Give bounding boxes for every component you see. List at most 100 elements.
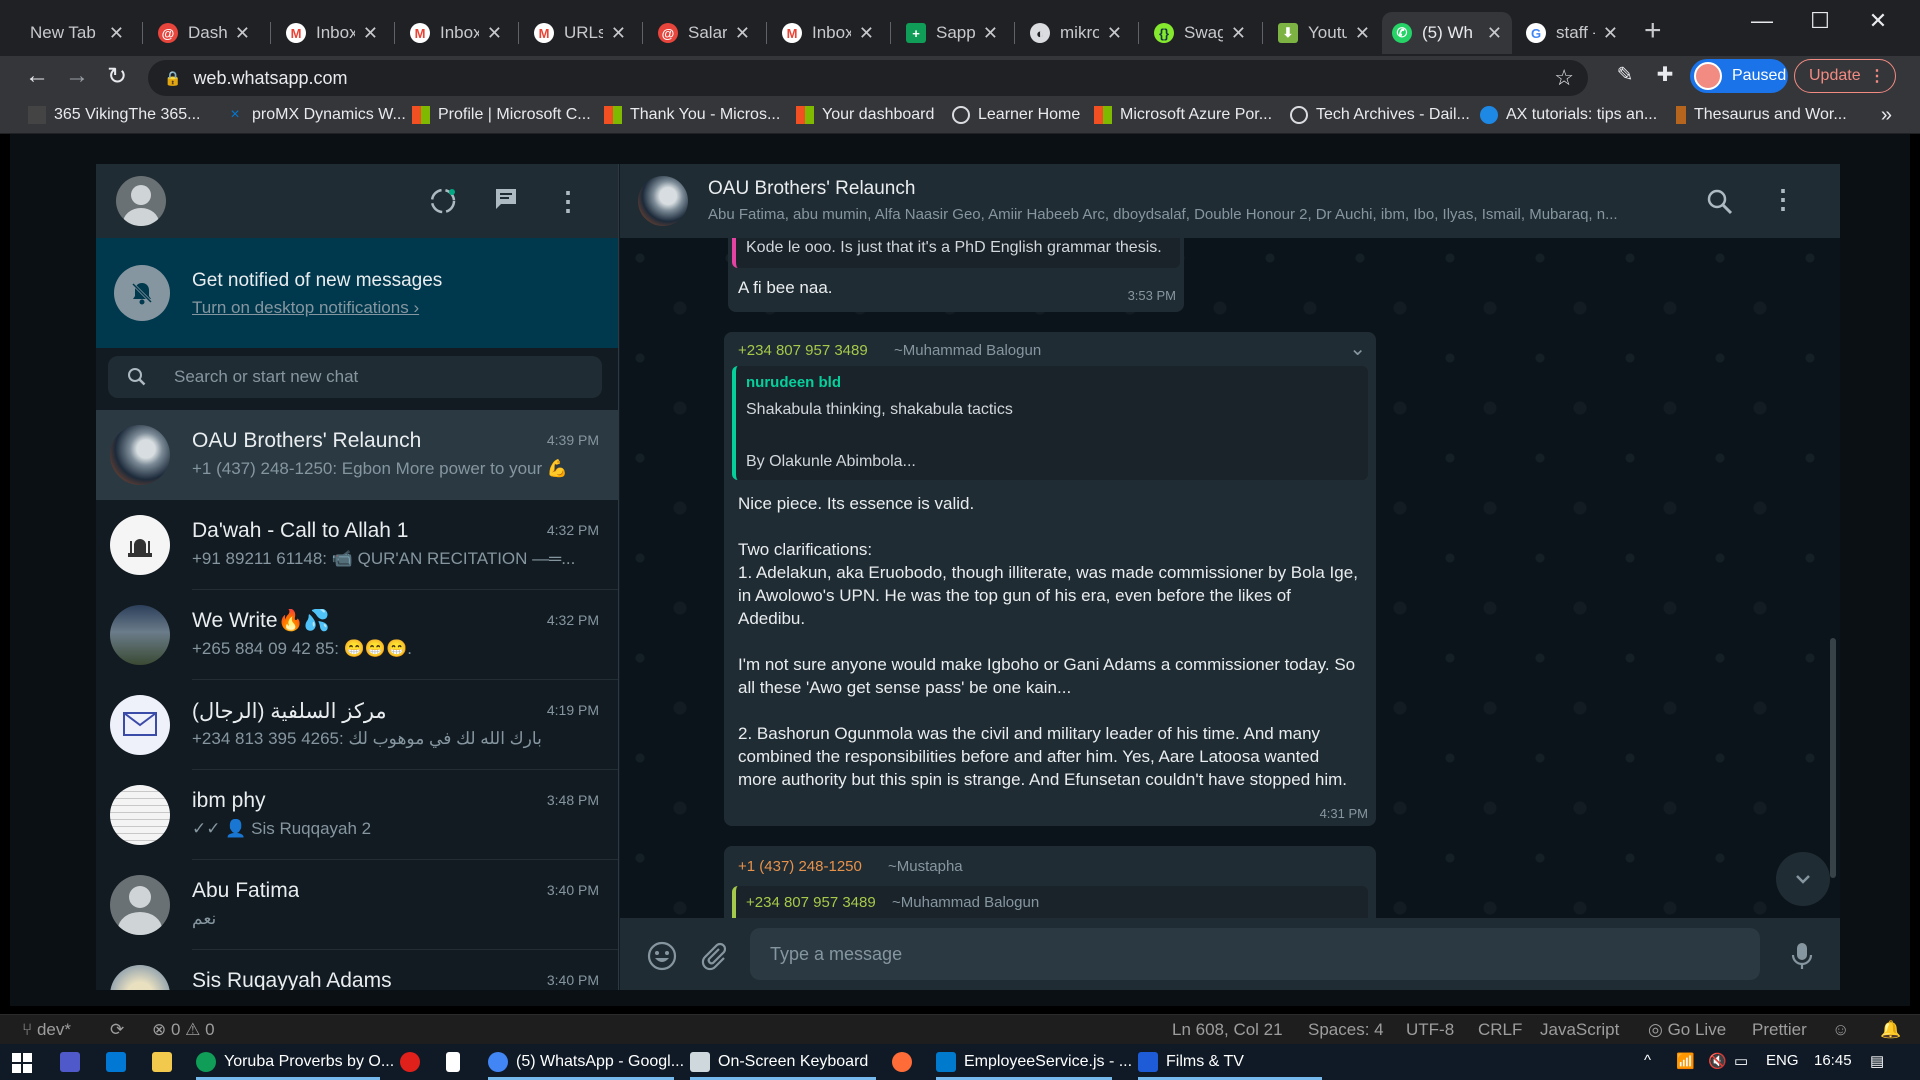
browser-tab[interactable]: New Tab ✕ xyxy=(20,12,134,54)
address-bar[interactable]: 🔒 web.whatsapp.com ☆ xyxy=(148,60,1588,96)
chat-item[interactable]: مركز السلفية (الرجال) 4:19 PM +234 813 3… xyxy=(96,680,618,770)
encoding[interactable]: UTF-8 xyxy=(1406,1020,1454,1040)
cursor-position[interactable]: Ln 608, Col 21 xyxy=(1172,1020,1283,1040)
chat-item[interactable]: Da'wah - Call to Allah 1 4:32 PM +91 892… xyxy=(96,500,618,590)
bookmark-item[interactable]: AX tutorials: tips an... xyxy=(1480,106,1657,124)
browser-tab[interactable]: ◐ mikrot ✕ xyxy=(1020,12,1132,54)
minimize-button[interactable]: — xyxy=(1742,8,1782,34)
prettier-status[interactable]: Prettier xyxy=(1752,1020,1807,1040)
microphone-icon[interactable] xyxy=(1786,940,1818,972)
bookmark-item[interactable]: Tech Archives - Dail... xyxy=(1290,106,1470,124)
group-avatar[interactable] xyxy=(638,176,688,226)
back-icon[interactable]: ← xyxy=(22,62,52,90)
forward-icon[interactable]: → xyxy=(62,62,92,90)
chat-item[interactable]: OAU Brothers' Relaunch 4:39 PM +1 (437) … xyxy=(96,410,618,500)
message-bubble[interactable]: +234 807 957 3489 ~Muhammad Balogun ⌄ nu… xyxy=(724,332,1376,826)
update-button[interactable]: Update ⋮ xyxy=(1794,59,1896,93)
search-input[interactable] xyxy=(174,362,574,392)
extension-pen-icon[interactable]: ✎ xyxy=(1610,62,1640,87)
sender-phone[interactable]: +1 (437) 248-1250 xyxy=(738,858,862,875)
browser-tab[interactable]: + Sapph ✕ xyxy=(896,12,1008,54)
quoted-message[interactable]: +234 807 957 3489 ~Muhammad Balogun xyxy=(732,886,1368,918)
close-icon[interactable]: ✕ xyxy=(363,23,378,44)
notifications-bell-icon[interactable]: 🔔 xyxy=(1880,1020,1901,1040)
bookmark-item[interactable]: Thank You - Micros... xyxy=(604,106,780,124)
windows-start-icon[interactable] xyxy=(12,1053,32,1073)
emoji-icon[interactable] xyxy=(646,940,678,972)
close-icon[interactable]: ✕ xyxy=(859,23,874,44)
close-icon[interactable]: ✕ xyxy=(983,23,998,44)
bookmark-item[interactable]: 365 VikingThe 365... xyxy=(28,106,200,124)
menu-dots-icon[interactable]: ⋮ xyxy=(553,186,583,216)
browser-tab[interactable]: M Inbox ✕ xyxy=(772,12,884,54)
close-icon[interactable]: ✕ xyxy=(1107,23,1122,44)
outlook-icon[interactable] xyxy=(106,1048,134,1076)
quoted-message[interactable]: Kode le ooo. Is just that it's a PhD Eng… xyxy=(732,238,1180,268)
teams-icon[interactable] xyxy=(60,1048,88,1076)
chat-item[interactable]: Abu Fatima 3:40 PM نعم xyxy=(96,860,618,950)
extensions-puzzle-icon[interactable]: ✚ xyxy=(1650,62,1680,87)
browser-tab[interactable]: M URLs ✕ xyxy=(524,12,636,54)
bookmarks-overflow-button[interactable]: » xyxy=(1881,104,1892,127)
clock[interactable]: 16:45 xyxy=(1814,1052,1852,1069)
line-endings[interactable]: CRLF xyxy=(1478,1020,1522,1040)
scrollbar[interactable] xyxy=(1830,638,1836,878)
close-icon[interactable]: ✕ xyxy=(611,23,626,44)
close-icon[interactable]: ✕ xyxy=(1355,23,1370,44)
battery-icon[interactable]: ▭ xyxy=(1734,1052,1748,1070)
maximize-button[interactable]: ☐ xyxy=(1800,8,1840,34)
file-explorer-icon[interactable] xyxy=(152,1048,180,1076)
scroll-down-button[interactable] xyxy=(1776,852,1830,906)
go-live-button[interactable]: ◎ Go Live xyxy=(1648,1020,1726,1040)
chat-item[interactable]: Sis Ruqayyah Adams 3:40 PM xyxy=(96,950,618,990)
action-center-icon[interactable]: ▤ xyxy=(1870,1052,1884,1070)
notification-link[interactable]: Turn on desktop notifications › xyxy=(192,298,419,318)
wifi-icon[interactable]: 📶 xyxy=(1676,1052,1695,1070)
volume-muted-icon[interactable]: 🔇 xyxy=(1708,1052,1727,1070)
bookmark-star-icon[interactable]: ☆ xyxy=(1554,65,1574,91)
bookmark-item[interactable]: Learner Home xyxy=(952,106,1080,124)
new-tab-button[interactable]: + xyxy=(1644,16,1662,46)
sender-phone[interactable]: +234 807 957 3489 xyxy=(738,342,868,359)
browser-tab[interactable]: {} Swagg ✕ xyxy=(1144,12,1256,54)
close-icon[interactable]: ✕ xyxy=(735,23,750,44)
feedback-icon[interactable]: ☺ xyxy=(1832,1020,1849,1040)
browser-tab[interactable]: M Inbox ✕ xyxy=(276,12,388,54)
browser-tab[interactable]: @ Salary ✕ xyxy=(648,12,760,54)
close-window-button[interactable]: ✕ xyxy=(1858,8,1898,34)
status-icon[interactable] xyxy=(428,186,458,216)
close-icon[interactable]: ✕ xyxy=(1603,23,1618,44)
close-icon[interactable]: ✕ xyxy=(1231,23,1246,44)
chevron-up-icon[interactable]: ^ xyxy=(1644,1052,1651,1069)
attach-icon[interactable] xyxy=(698,940,730,972)
close-icon[interactable]: ✕ xyxy=(109,23,124,44)
postman-icon[interactable] xyxy=(892,1048,920,1076)
browser-tab[interactable]: M Inbox ✕ xyxy=(400,12,512,54)
close-icon[interactable]: ✕ xyxy=(235,23,250,44)
message-bubble[interactable]: Kode le ooo. Is just that it's a PhD Eng… xyxy=(728,238,1184,312)
chevron-down-icon[interactable]: ⌄ xyxy=(1349,336,1366,361)
menu-dots-icon[interactable]: ⋮ xyxy=(1770,184,1796,215)
conversation-header[interactable]: OAU Brothers' Relaunch Abu Fatima, abu m… xyxy=(620,164,1840,238)
bookmark-item[interactable]: Profile | Microsoft C... xyxy=(412,106,591,124)
notification-banner[interactable]: Get notified of new messages Turn on des… xyxy=(96,238,618,348)
taskbar-app[interactable]: (5) WhatsApp - Googl... xyxy=(488,1048,684,1080)
bookmark-item[interactable]: Your dashboard xyxy=(796,106,934,124)
close-icon[interactable]: ✕ xyxy=(1487,23,1502,44)
browser-tab[interactable]: G staff - ✕ xyxy=(1516,12,1628,54)
problems-indicator[interactable]: ⊗ 0 ⚠ 0 xyxy=(152,1020,215,1040)
git-branch[interactable]: ⑂ dev* xyxy=(22,1020,71,1040)
chat-item[interactable]: ibm phy 3:48 PM ✓✓ 👤 Sis Ruqqayah 2 xyxy=(96,770,618,860)
bookmark-item[interactable]: Thesaurus and Wor... xyxy=(1676,106,1847,124)
notepad-icon[interactable] xyxy=(446,1048,468,1076)
new-chat-icon[interactable] xyxy=(491,186,521,216)
language-mode[interactable]: JavaScript xyxy=(1540,1020,1619,1040)
opera-icon[interactable] xyxy=(400,1048,428,1076)
bookmark-item[interactable]: Microsoft Azure Por... xyxy=(1094,106,1272,124)
message-bubble[interactable]: +1 (437) 248-1250 ~Mustapha +234 807 957… xyxy=(724,846,1376,918)
taskbar-app[interactable]: EmployeeService.js - ... xyxy=(936,1048,1132,1080)
close-icon[interactable]: ✕ xyxy=(487,23,502,44)
browser-tab[interactable]: @ Dashb ✕ xyxy=(148,12,260,54)
taskbar-app[interactable]: Yoruba Proverbs by O... xyxy=(196,1048,394,1080)
taskbar-app[interactable]: Films & TV xyxy=(1138,1048,1322,1080)
